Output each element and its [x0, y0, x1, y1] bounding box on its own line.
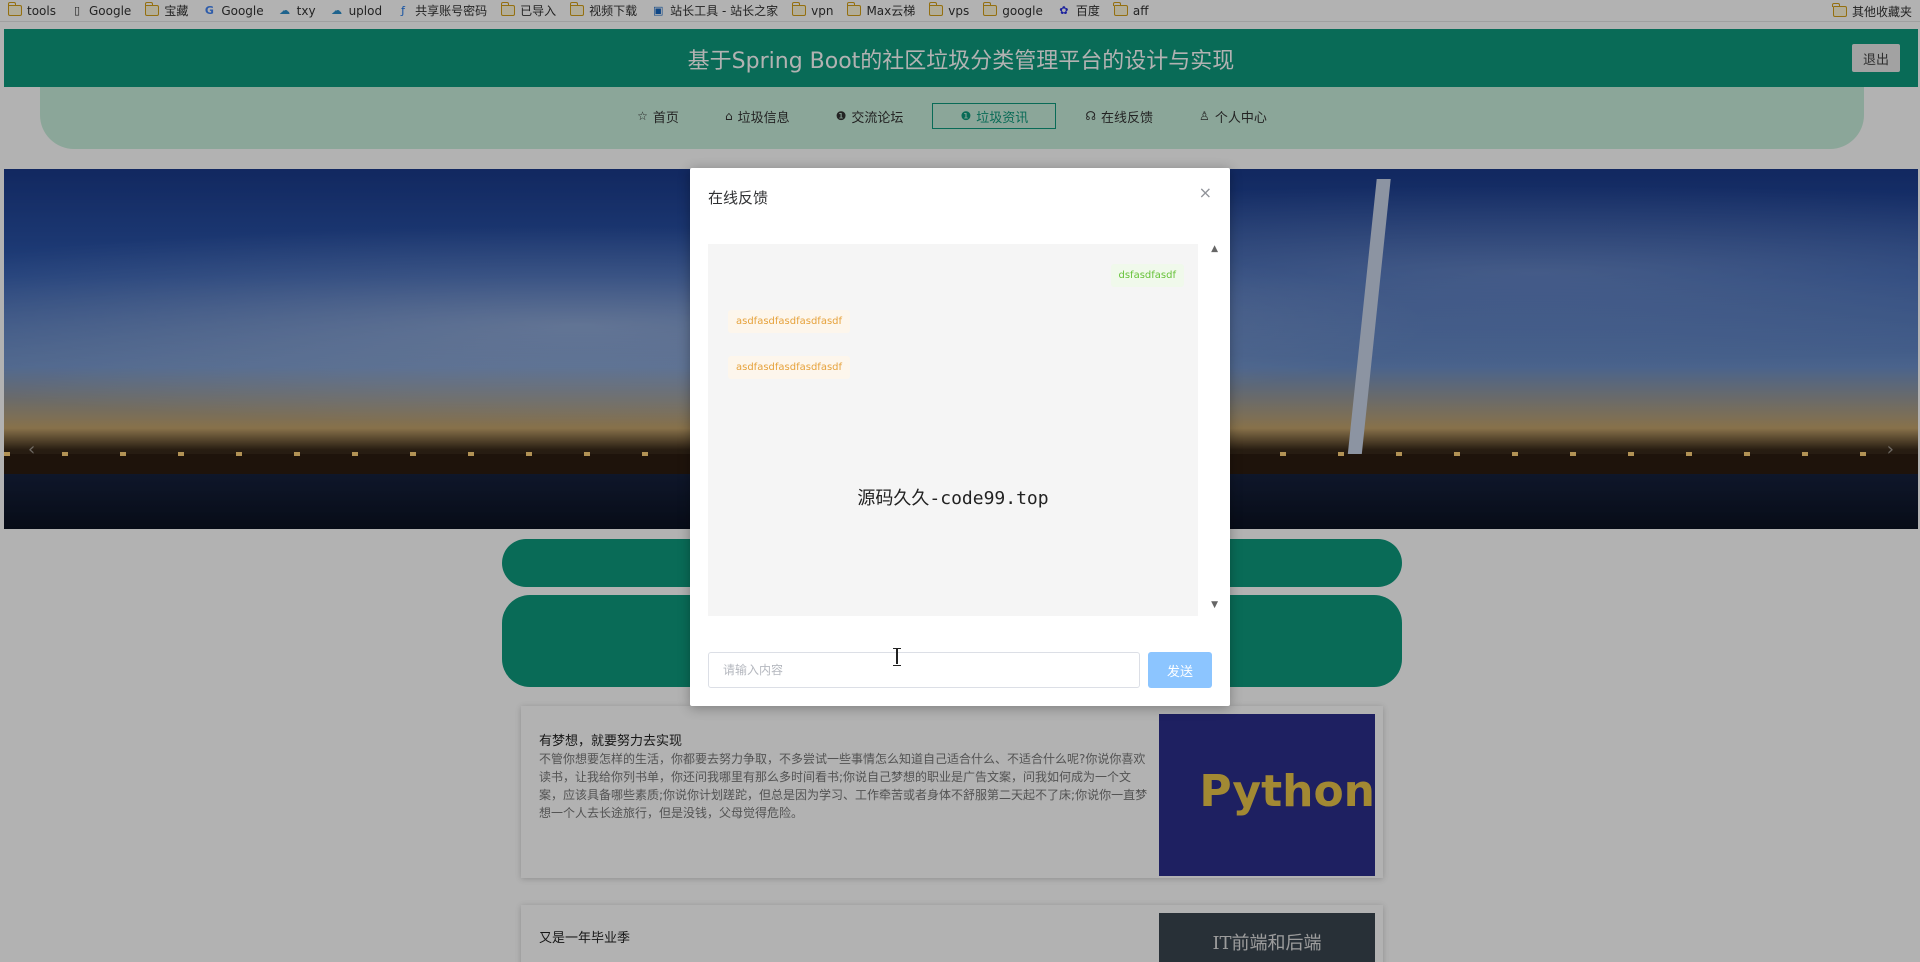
scroll-up-icon[interactable]: ▲: [1211, 244, 1218, 254]
message-input[interactable]: [708, 652, 1140, 688]
scroll-down-icon[interactable]: ▼: [1211, 600, 1218, 610]
close-icon[interactable]: ×: [1199, 183, 1212, 202]
dialog-title: 在线反馈: [708, 189, 769, 207]
feedback-dialog: 在线反馈 × dsfasdfasdf asdfasdfasdfasdfasdf …: [690, 168, 1230, 706]
text-cursor-icon: [893, 648, 901, 666]
send-button[interactable]: 发送: [1148, 652, 1212, 688]
chat-message-right: dsfasdfasdf: [1110, 264, 1184, 287]
chat-message-left: asdfasdfasdfasdfasdf: [728, 310, 851, 333]
chat-message-left: asdfasdfasdfasdfasdf: [728, 356, 851, 379]
watermark-text: 源码久久-code99.top: [857, 488, 1049, 509]
chat-area[interactable]: dsfasdfasdf asdfasdfasdfasdfasdf asdfasd…: [708, 244, 1198, 616]
